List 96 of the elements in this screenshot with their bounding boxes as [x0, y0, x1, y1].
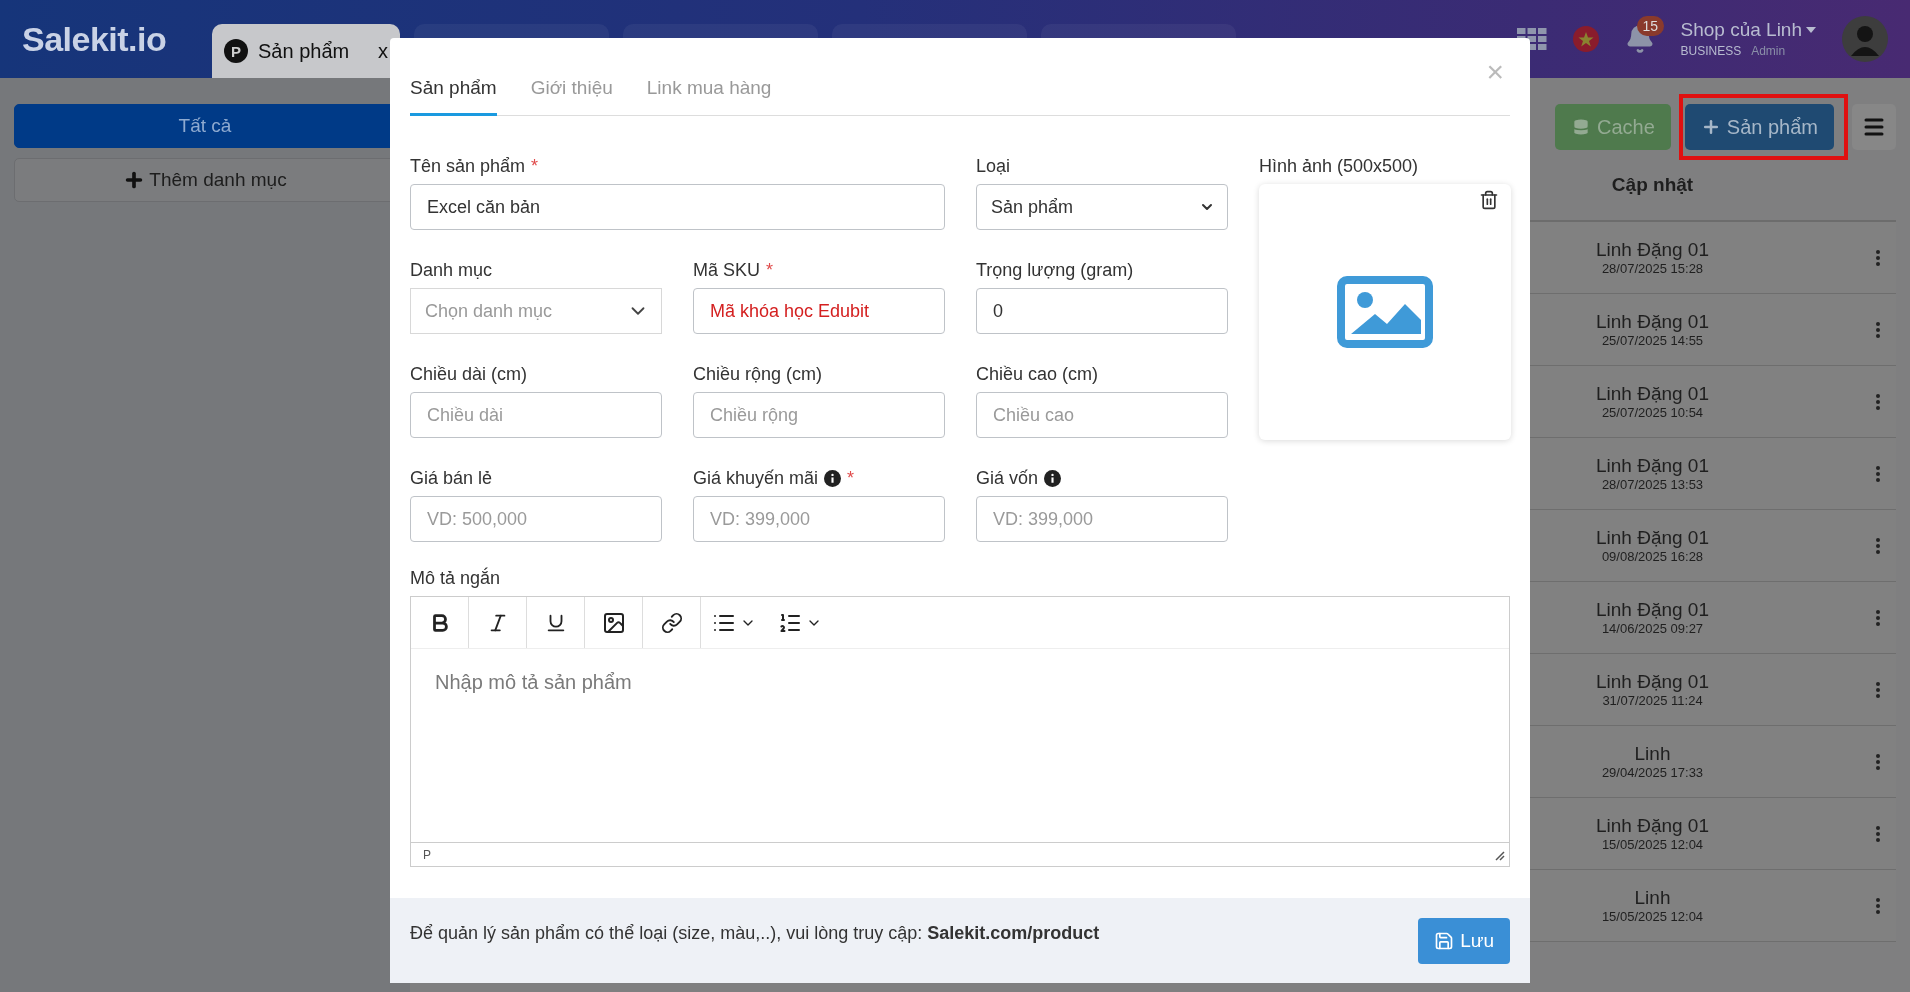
footer-note: Để quản lý sản phẩm có thể loại (size, màu,..), vui lòng truy cập: Salekit.com/product	[410, 923, 1100, 944]
more-icon	[1876, 753, 1880, 770]
updated-by: Linh	[1634, 743, 1671, 765]
user-name[interactable]: Shop của Linh	[1680, 19, 1816, 41]
updated-by: Linh Đặng 01	[1595, 599, 1709, 621]
dialog-tab[interactable]: Giới thiệu	[530, 68, 613, 116]
updated-by: Linh Đặng 01	[1595, 239, 1709, 261]
updated-time: 28/07/2025 15:28	[1601, 261, 1704, 276]
updated-time: 25/07/2025 10:54	[1601, 405, 1704, 420]
save-button[interactable]: Lưu	[1418, 917, 1510, 964]
dialog-tab[interactable]: Sản phẩm	[410, 68, 497, 116]
save-icon	[1434, 930, 1455, 951]
more-button[interactable]	[1876, 753, 1880, 770]
resize-handle-icon[interactable]	[1493, 848, 1505, 861]
more-button[interactable]	[1876, 681, 1880, 698]
logo[interactable]: Salekit.io	[22, 19, 198, 59]
updated-time: 14/06/2025 09:27	[1601, 621, 1704, 636]
updated-by: Linh	[1634, 887, 1671, 909]
image-icon	[601, 610, 626, 635]
more-button[interactable]	[1876, 825, 1880, 842]
more-button[interactable]	[1876, 321, 1880, 338]
input-field[interactable]: Chiều rộng	[693, 392, 945, 438]
editor-placeholder: Nhập mô tả sản phẩm	[435, 671, 632, 693]
caret-icon	[1806, 27, 1816, 33]
updated-time: 28/07/2025 13:53	[1601, 477, 1704, 492]
field-label: Danh mục	[410, 258, 494, 282]
more-icon	[1876, 321, 1880, 338]
input-field[interactable]: Chiều cao	[976, 392, 1228, 438]
updated-time: 15/05/2025 12:04	[1601, 837, 1704, 852]
link-icon	[660, 611, 683, 634]
updated-by: Linh Đặng 01	[1595, 671, 1709, 693]
flag-icon[interactable]	[1572, 26, 1599, 52]
dialog-tab[interactable]: Link mua hàng	[646, 68, 772, 116]
more-icon	[1876, 537, 1880, 554]
element-path: P	[423, 847, 431, 862]
dropdown-field[interactable]: Chọn danh mục	[410, 288, 662, 334]
input-field[interactable]: Excel căn bản	[410, 184, 945, 230]
more-button[interactable]	[1876, 609, 1880, 626]
notification-count: 15	[1636, 16, 1665, 36]
input-field[interactable]: Chiều dài	[410, 392, 662, 438]
field-label: Tên sản phẩm *	[410, 154, 540, 178]
input-field[interactable]: 0	[976, 288, 1228, 334]
updated-time: 25/07/2025 14:55	[1601, 333, 1704, 348]
input-field[interactable]: Mã khóa học Edubit	[693, 288, 945, 334]
more-button[interactable]	[1876, 897, 1880, 914]
field-label: Trọng lượng (gram)	[976, 258, 1135, 282]
updated-time: 09/08/2025 16:28	[1601, 549, 1704, 564]
trash-icon	[1479, 190, 1499, 210]
tab-close[interactable]: x	[378, 39, 388, 63]
rich-text-editor[interactable]: Nhập mô tả sản phẩm P	[410, 596, 1510, 867]
more-icon	[1876, 897, 1880, 914]
updated-by: Linh Đặng 01	[1595, 455, 1709, 477]
role-label: Admin	[1751, 44, 1786, 58]
tab-badge: P	[224, 39, 248, 63]
field-label: Chiều rộng (cm)	[693, 362, 824, 386]
updated-time: 31/07/2025 11:24	[1602, 693, 1703, 708]
more-icon	[1876, 249, 1880, 266]
more-icon	[1876, 393, 1880, 410]
updated-by: Linh Đặng 01	[1595, 527, 1709, 549]
select-field[interactable]: Sản phẩm	[976, 184, 1228, 230]
updated-time: 29/04/2025 17:33	[1601, 765, 1704, 780]
updated-by: Linh Đặng 01	[1595, 383, 1709, 405]
input-field[interactable]: VD: 399,000	[976, 496, 1228, 542]
updated-time: 15/05/2025 12:04	[1601, 909, 1704, 924]
menu-button[interactable]	[1852, 104, 1896, 150]
more-button[interactable]	[1876, 249, 1880, 266]
field-label: Chiều cao (cm)	[976, 362, 1100, 386]
field-label: Loại	[976, 154, 1012, 178]
input-field[interactable]: VD: 399,000	[693, 496, 945, 542]
add-product-button[interactable]: Sản phẩm	[1684, 104, 1834, 150]
field-label: Giá khuyến mãi *	[693, 466, 856, 490]
input-field[interactable]: VD: 500,000	[410, 496, 662, 542]
updated-by: Linh Đặng 01	[1595, 311, 1709, 333]
more-button[interactable]	[1876, 465, 1880, 482]
field-label: Mô tả ngắn	[410, 566, 502, 590]
field-label: Mã SKU *	[693, 258, 775, 282]
more-button[interactable]	[1876, 537, 1880, 554]
field-label: Hình ảnh (500x500)	[1259, 154, 1420, 178]
updated-by: Linh Đặng 01	[1595, 815, 1709, 837]
image-icon	[1337, 276, 1433, 348]
more-icon	[1876, 465, 1880, 482]
column-header: Cập nhật	[1610, 174, 1695, 196]
database-icon	[1571, 117, 1591, 137]
field-label: Giá vốn	[976, 466, 1228, 490]
info-icon	[824, 469, 842, 487]
more-icon	[1876, 609, 1880, 626]
tab-label: Sản phẩm	[258, 39, 350, 63]
more-icon	[1876, 681, 1880, 698]
info-icon	[1044, 469, 1062, 487]
field-label: Giá bán lẻ	[410, 466, 494, 490]
field-label: Chiều dài (cm)	[410, 362, 529, 386]
more-button[interactable]	[1876, 393, 1880, 410]
delete-button[interactable]	[1479, 190, 1499, 210]
plan-label: BUSINESS	[1680, 44, 1742, 58]
more-icon	[1876, 825, 1880, 842]
browser-tab[interactable]: P Sản phẩm x	[212, 24, 400, 78]
